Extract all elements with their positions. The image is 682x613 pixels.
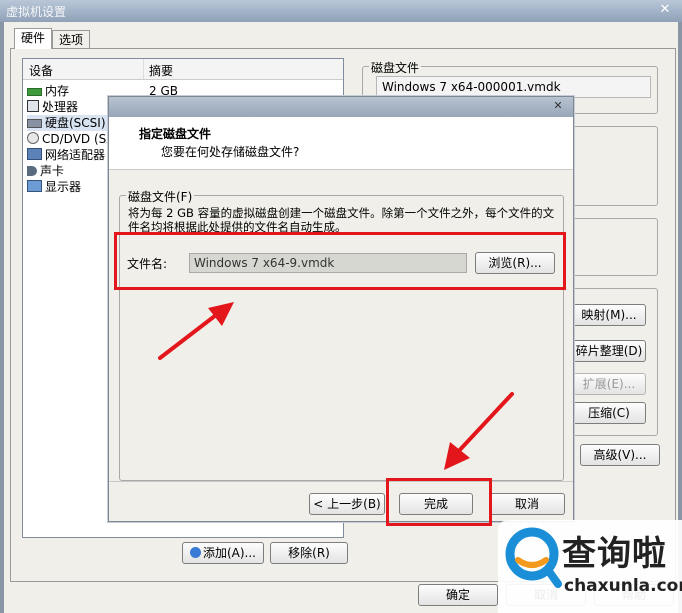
network-icon — [27, 148, 42, 160]
dialog-subheading: 您要在何处存储磁盘文件? — [161, 145, 300, 159]
device-row-cdrom[interactable]: CD/DVD (SA — [27, 131, 115, 147]
finish-highlight-box — [386, 478, 492, 526]
footer-divider — [109, 481, 573, 482]
dialog-heading: 指定磁盘文件 — [139, 127, 212, 141]
capacity-group — [562, 126, 658, 206]
display-icon — [27, 180, 42, 192]
tab-options[interactable]: 选项 — [52, 30, 91, 49]
tab-hardware[interactable]: 硬件 — [14, 28, 53, 49]
memory-icon — [27, 88, 42, 96]
advanced-button[interactable]: 高级(V)... — [580, 444, 660, 466]
dialog-close-icon[interactable]: ✕ — [549, 99, 567, 113]
column-divider — [143, 59, 144, 79]
device-list-header: 设备 摘要 — [23, 59, 343, 80]
map-button[interactable]: 映射(M)... — [572, 304, 646, 326]
group-title: 磁盘文件 — [369, 59, 422, 76]
back-button[interactable]: < 上一步(B) — [309, 493, 385, 515]
column-summary[interactable]: 摘要 — [149, 62, 173, 79]
device-row-memory[interactable]: 内存 — [27, 83, 69, 99]
device-name: 内存 — [45, 84, 70, 98]
device-name: CD/DVD (SA — [42, 132, 115, 146]
device-row-sound[interactable]: 声卡 — [27, 163, 64, 179]
outer-title-bar: 虚拟机设置 ✕ — [0, 0, 682, 22]
window-title: 虚拟机设置 — [6, 5, 67, 19]
device-name: 声卡 — [40, 164, 65, 178]
close-icon[interactable]: ✕ — [656, 2, 674, 18]
add-button-label: 添加(A)... — [202, 546, 257, 560]
add-button[interactable]: 添加(A)... — [182, 542, 264, 564]
processor-icon — [27, 100, 39, 112]
compact-button[interactable]: 压缩(C) — [572, 402, 646, 424]
defrag-button[interactable]: 碎片整理(D) — [572, 340, 646, 362]
device-row-display[interactable]: 显示器 — [27, 179, 81, 195]
remove-button[interactable]: 移除(R) — [270, 542, 348, 564]
filename-highlight-box — [114, 232, 566, 290]
dialog-cancel-button[interactable]: 取消 — [489, 493, 565, 515]
arrow-to-finish-icon — [444, 392, 514, 470]
dialog-title-bar: ✕ — [109, 97, 573, 117]
disk-info-group — [562, 218, 658, 276]
device-row-processor[interactable]: 处理器 — [27, 99, 78, 115]
sound-icon — [27, 166, 37, 176]
watermark-brand: 查询啦 — [562, 534, 667, 574]
disk-file-field: Windows 7 x64-000001.vmdk — [376, 76, 651, 98]
add-hardware-icon — [189, 547, 201, 558]
arrow-to-filename-icon — [158, 302, 234, 360]
watermark-domain: chaxunla.com — [564, 576, 682, 596]
description-text: 将为每 2 GB 容量的虚拟磁盘创建一个磁盘文件。除第一个文件之外，每个文件的文… — [128, 206, 555, 234]
device-row-network[interactable]: 网络适配器 — [27, 147, 105, 163]
device-name: 网络适配器 — [45, 148, 106, 162]
device-name: 处理器 — [42, 100, 79, 114]
expand-button[interactable]: 扩展(E)... — [572, 373, 646, 395]
ok-button[interactable]: 确定 — [418, 584, 498, 606]
harddisk-icon — [27, 119, 42, 128]
groupbox-title: 磁盘文件(F) — [126, 188, 195, 205]
column-device[interactable]: 设备 — [29, 62, 53, 79]
device-name: 硬盘(SCSI) — [45, 116, 106, 130]
cdrom-icon — [27, 132, 39, 144]
watermark: 查询啦 chaxunla.com — [498, 520, 682, 613]
dialog-header: 指定磁盘文件 您要在何处存储磁盘文件? — [109, 117, 573, 170]
device-name: 显示器 — [45, 180, 82, 194]
watermark-logo-icon — [505, 527, 562, 588]
